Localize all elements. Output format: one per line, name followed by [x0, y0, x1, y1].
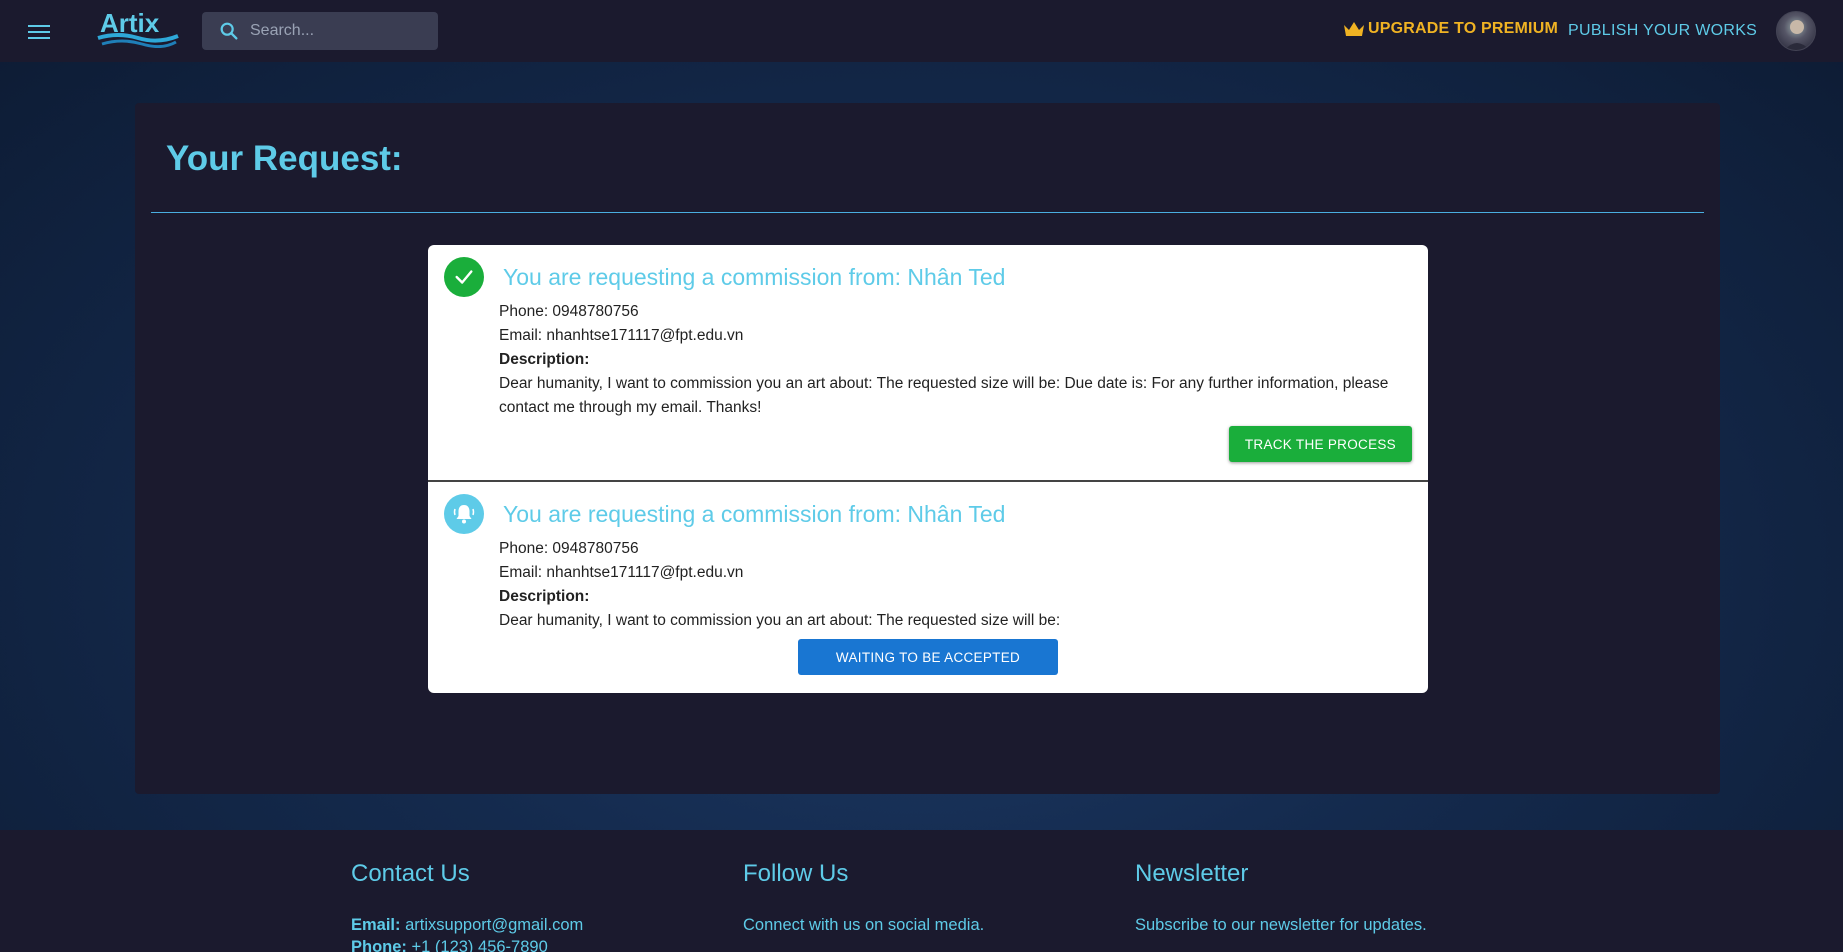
footer: Contact Us Email: artixsupport@gmail.com… — [0, 830, 1843, 952]
search-bar — [202, 12, 438, 50]
hamburger-menu-icon[interactable] — [28, 21, 50, 41]
request-heading: You are requesting a commission from: Nh… — [503, 264, 1006, 290]
footer-email-label: Email: — [351, 916, 401, 934]
publish-works-link[interactable]: PUBLISH YOUR WORKS — [1568, 22, 1757, 40]
user-avatar[interactable] — [1776, 11, 1816, 51]
waiting-accept-button[interactable]: WAITING TO BE ACCEPTED — [798, 639, 1058, 675]
search-icon — [220, 22, 238, 40]
description-label: Description: — [499, 588, 590, 605]
top-navbar: Artix UPGRADE TO PREMIUM PUBLISH YOUR WO… — [0, 0, 1843, 62]
svg-text:Artix: Artix — [100, 8, 160, 38]
footer-newsletter: Newsletter Subscribe to our newsletter f… — [1135, 860, 1427, 936]
crown-icon — [1344, 22, 1364, 36]
footer-phone-value: +1 (123) 456-7890 — [411, 938, 548, 952]
request-card-accepted: You are requesting a commission from: Nh… — [428, 245, 1428, 480]
contact-title: Contact Us — [351, 860, 470, 887]
footer-phone-label: Phone: — [351, 938, 407, 952]
search-input[interactable] — [250, 22, 420, 40]
newsletter-title: Newsletter — [1135, 860, 1249, 887]
newsletter-text: Subscribe to our newsletter for updates. — [1135, 916, 1427, 934]
page-title: Your Request: — [166, 139, 403, 178]
request-phone: Phone: 0948780756 — [499, 303, 639, 320]
upgrade-premium-link[interactable]: UPGRADE TO PREMIUM — [1343, 20, 1558, 38]
description-label: Description: — [499, 351, 590, 368]
footer-contact: Contact Us Email: artixsupport@gmail.com… — [351, 860, 583, 952]
request-panel: Your Request: You are requesting a commi… — [135, 103, 1720, 794]
follow-title: Follow Us — [743, 860, 849, 887]
request-card-pending: You are requesting a commission from: Nh… — [428, 480, 1428, 693]
track-process-button[interactable]: TRACK THE PROCESS — [1228, 426, 1412, 462]
request-description: Dear humanity, I want to commission you … — [499, 375, 1389, 416]
bell-icon — [444, 494, 484, 534]
request-phone: Phone: 0948780756 — [499, 540, 639, 557]
upgrade-premium-label: UPGRADE TO PREMIUM — [1368, 20, 1558, 37]
title-divider — [151, 212, 1704, 213]
footer-email-link[interactable]: artixsupport@gmail.com — [405, 916, 583, 934]
request-email: Email: nhanhtse171117@fpt.edu.vn — [499, 327, 744, 344]
request-list: You are requesting a commission from: Nh… — [428, 245, 1428, 693]
footer-follow: Follow Us Connect with us on social medi… — [743, 860, 984, 936]
request-email: Email: nhanhtse171117@fpt.edu.vn — [499, 564, 744, 581]
follow-text: Connect with us on social media. — [743, 916, 985, 934]
request-heading: You are requesting a commission from: Nh… — [503, 501, 1006, 527]
request-description: Dear humanity, I want to commission you … — [499, 612, 1061, 629]
artix-logo[interactable]: Artix — [96, 8, 180, 49]
check-icon — [444, 257, 484, 297]
